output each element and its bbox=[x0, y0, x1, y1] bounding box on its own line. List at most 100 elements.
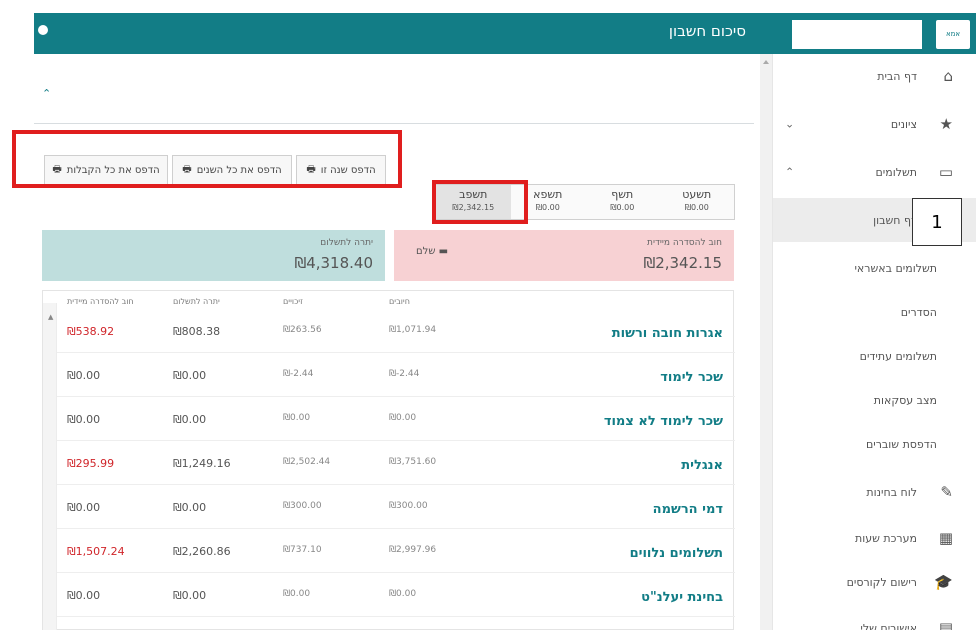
cell-balance: ₪0.00 bbox=[173, 501, 207, 514]
collapse-panel: ⌃ bbox=[34, 60, 754, 124]
cell-balance: ₪808.38 bbox=[173, 325, 221, 338]
cell-debt: ₪0.00 bbox=[67, 413, 101, 426]
user-info-box bbox=[792, 20, 922, 49]
sidebar-item-label: רישום לקורסים bbox=[846, 575, 917, 589]
cell-charges: ₪0.00 bbox=[389, 589, 417, 599]
table-row: ₪538.92 ₪808.38 ₪263.56 ₪1,071.94 אגרות חובה… bbox=[57, 309, 735, 353]
sidebar-item-timetable[interactable]: מערכת שעות ▦ bbox=[773, 516, 976, 560]
header-debt: חוב להסדרה מיידית bbox=[67, 297, 134, 306]
sidebar-item-label: מצב עסקאות bbox=[873, 393, 937, 407]
table-scrollbar[interactable]: ▲ bbox=[43, 303, 57, 630]
table-row: ₪0.00 ₪0.00 ₪0.00 ₪0.00 שכר לימוד לא צמוד bbox=[57, 397, 735, 441]
sidebar-item-credit-payments[interactable]: תשלומים באשראי bbox=[773, 246, 976, 290]
tab-year-tashat[interactable]: תשעט ₪0.00 bbox=[660, 185, 735, 219]
cell-charges: ₪-2.44 bbox=[389, 369, 420, 379]
highlight-box-selected-year bbox=[432, 180, 528, 224]
account-table: חוב להסדרה מיידית יתרה לתשלום זיכויים חי… bbox=[42, 290, 735, 630]
table-row: ₪0.00 ₪0.00 ₪300.00 ₪300.00 דמי הרשמה bbox=[57, 485, 735, 529]
cell-name: בחינת יעלנ"ט bbox=[641, 590, 723, 605]
cell-name: דמי הרשמה bbox=[652, 502, 723, 517]
header-charges: חיובים bbox=[389, 297, 410, 306]
highlight-box-print-buttons bbox=[12, 130, 402, 188]
scroll-marker-icon: ▲ bbox=[48, 313, 54, 321]
table-row: ₪295.99 ₪1,249.16 ₪2,502.44 ₪3,751.60 אנגלית bbox=[57, 441, 735, 485]
cell-debt: ₪1,507.24 bbox=[67, 545, 125, 558]
graduation-cap-icon: 🎓 bbox=[934, 573, 953, 591]
cell-debt: ₪0.00 bbox=[67, 369, 101, 382]
cell-charges: ₪300.00 bbox=[389, 501, 428, 511]
credit-card-icon: ▭ bbox=[938, 163, 953, 181]
sidebar-item-label: הדפסת שוברים bbox=[865, 437, 937, 451]
sidebar-item-label: מערכת שעות bbox=[854, 531, 917, 545]
balance-amount: ₪4,318.40 bbox=[294, 254, 373, 272]
chevron-up-icon[interactable]: ⌃ bbox=[42, 87, 51, 100]
tab-year-tashaf[interactable]: תשף ₪0.00 bbox=[585, 185, 660, 219]
table-row: ₪1,507.24 ₪2,260.86 ₪737.10 ₪2,997.96 תשלומי… bbox=[57, 529, 735, 573]
pay-label: שלם bbox=[416, 246, 436, 257]
sidebar-item-future-payments[interactable]: תשלומים עתידים bbox=[773, 334, 976, 378]
settings-gear-icon[interactable] bbox=[38, 25, 48, 35]
cell-debt: ₪538.92 bbox=[67, 325, 115, 338]
cell-charges: ₪1,071.94 bbox=[389, 325, 437, 335]
balance-label: יתרה לתשלום bbox=[320, 238, 373, 248]
sidebar-scrollbar[interactable] bbox=[760, 54, 772, 630]
annotation-number-box: 1 bbox=[912, 198, 962, 246]
table-row: ₪0.00 ₪0.00 ₪0.00 ₪0.00 בחינת יעלנ"ט bbox=[57, 573, 735, 617]
cell-charges: ₪0.00 bbox=[389, 413, 417, 423]
home-icon: ⌂ bbox=[943, 67, 953, 85]
sidebar-item-payments[interactable]: ⌃ תשלומים ▭ bbox=[773, 150, 976, 194]
cell-credits: ₪0.00 bbox=[283, 413, 311, 423]
sidebar-item-transactions-status[interactable]: מצב עסקאות bbox=[773, 378, 976, 422]
star-icon: ★ bbox=[939, 115, 953, 133]
sidebar-item-course-registration[interactable]: רישום לקורסים 🎓 bbox=[773, 560, 976, 604]
cell-charges: ₪2,997.96 bbox=[389, 545, 437, 555]
cell-credits: ₪300.00 bbox=[283, 501, 322, 511]
edit-icon: ✎ bbox=[940, 483, 953, 501]
cell-balance: ₪2,260.86 bbox=[173, 545, 231, 558]
sidebar-item-label: תשלומים עתידים bbox=[859, 349, 937, 363]
calendar-icon: ▦ bbox=[938, 529, 953, 547]
cell-charges: ₪3,751.60 bbox=[389, 457, 437, 467]
cell-debt: ₪0.00 bbox=[67, 501, 101, 514]
docs-icon: ▤ bbox=[938, 619, 953, 630]
sidebar-item-label: ציונים bbox=[890, 117, 917, 131]
debt-card: חוב להסדרה מיידית ₪2,342.15 שלם ▬ bbox=[394, 230, 734, 281]
balance-card: יתרה לתשלום ₪4,318.40 bbox=[42, 230, 385, 281]
logo-area: אמא bbox=[760, 13, 976, 54]
cell-name: אגרות חובה ורשות bbox=[611, 326, 723, 341]
sidebar-item-arrangements[interactable]: הסדרים bbox=[773, 290, 976, 334]
sidebar-item-label: הסדרים bbox=[900, 305, 937, 319]
page-title: סיכום חשבון bbox=[668, 22, 746, 40]
cell-name: תשלומים נלווים bbox=[629, 546, 723, 561]
sidebar-item-my-approvals[interactable]: אישורים שלי ▤ bbox=[773, 606, 976, 630]
sidebar-item-label: תשלומים bbox=[875, 165, 917, 179]
pay-button[interactable]: שלם ▬ bbox=[416, 246, 448, 257]
sidebar-item-home[interactable]: דף הבית ⌂ bbox=[773, 54, 976, 98]
cell-credits: ₪-2.44 bbox=[283, 369, 314, 379]
sidebar-item-label: אישורים שלי bbox=[860, 621, 917, 630]
scroll-up-arrow-icon[interactable] bbox=[763, 60, 769, 64]
sidebar-item-label: לוח בחינות bbox=[866, 485, 917, 499]
sidebar-item-grades[interactable]: ⌄ ציונים ★ bbox=[773, 102, 976, 146]
debt-amount: ₪2,342.15 bbox=[643, 254, 722, 272]
sidebar-item-label: דף חשבון bbox=[873, 213, 917, 227]
cell-credits: ₪0.00 bbox=[283, 589, 311, 599]
cell-credits: ₪737.10 bbox=[283, 545, 322, 555]
header-balance: יתרה לתשלום bbox=[173, 297, 220, 306]
table-row: ₪0.00 ₪0.00 ₪-2.44 ₪-2.44 שכר לימוד bbox=[57, 353, 735, 397]
cell-credits: ₪263.56 bbox=[283, 325, 322, 335]
institution-logo[interactable]: אמא bbox=[936, 20, 970, 49]
debt-label: חוב להסדרה מיידית bbox=[647, 238, 722, 248]
cell-name: אנגלית bbox=[681, 458, 723, 473]
sidebar-item-print-vouchers[interactable]: הדפסת שוברים bbox=[773, 422, 976, 466]
chevron-up-icon: ⌃ bbox=[785, 165, 795, 179]
cell-name: שכר לימוד bbox=[660, 370, 723, 385]
cell-debt: ₪295.99 bbox=[67, 457, 115, 470]
sidebar: דף הבית ⌂ ⌄ ציונים ★ ⌃ תשלומים ▭ דף חשבו… bbox=[772, 54, 976, 630]
cell-debt: ₪0.00 bbox=[67, 589, 101, 602]
credit-card-icon: ▬ bbox=[438, 246, 449, 257]
header-credits: זיכויים bbox=[283, 297, 303, 306]
cell-balance: ₪1,249.16 bbox=[173, 457, 231, 470]
sidebar-item-exam-schedule[interactable]: לוח בחינות ✎ bbox=[773, 470, 976, 514]
cell-balance: ₪0.00 bbox=[173, 369, 207, 382]
